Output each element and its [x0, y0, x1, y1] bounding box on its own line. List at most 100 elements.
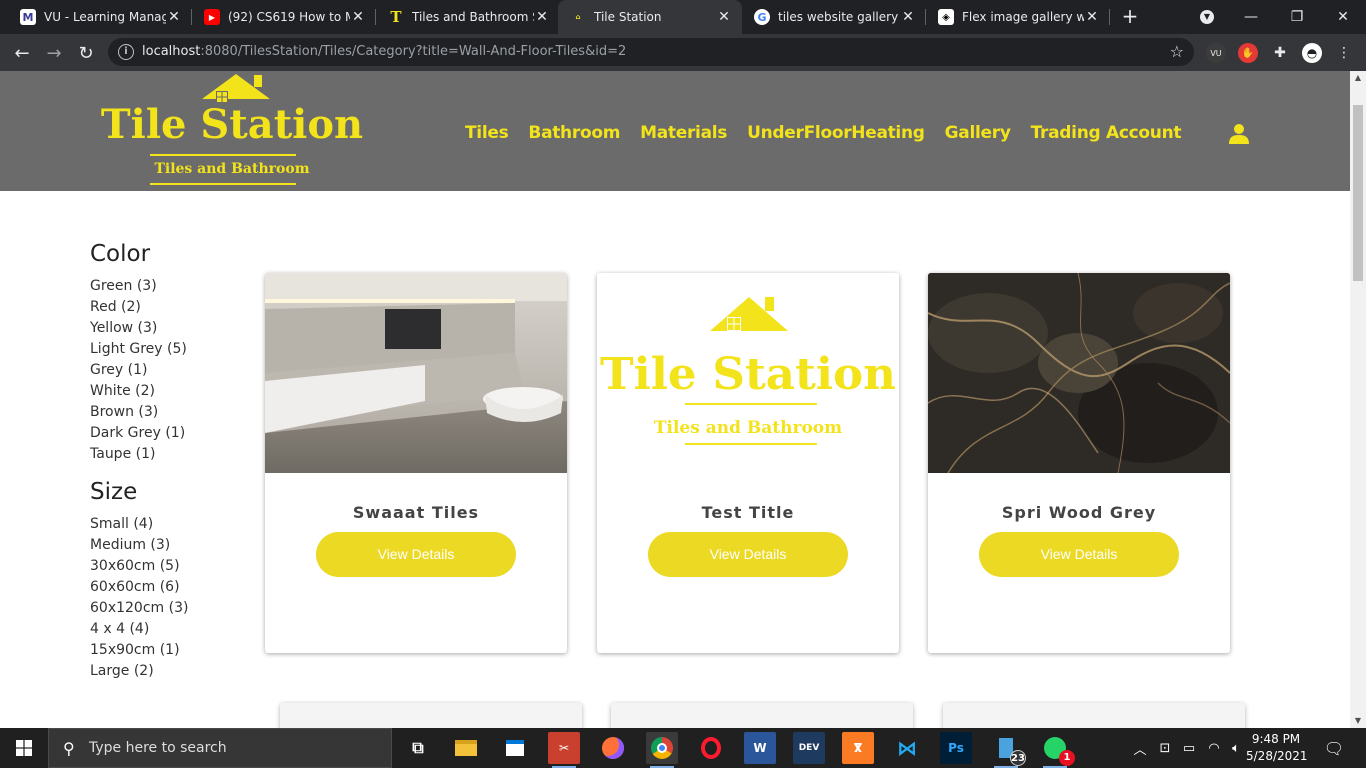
volume-icon[interactable]: 🔈︎ — [1226, 728, 1246, 768]
close-icon[interactable]: ✕ — [900, 9, 916, 25]
product-image[interactable] — [928, 273, 1230, 473]
notifications-icon[interactable]: 🗨︎ — [1320, 728, 1348, 768]
site-logo[interactable]: Tile Station Tiles and Bathroom — [96, 71, 368, 189]
meet-now-icon[interactable]: ⊡ — [1155, 728, 1175, 768]
product-title[interactable]: Test Title — [597, 503, 899, 522]
filter-item[interactable]: White (2) — [90, 381, 250, 402]
filter-item[interactable]: 15x90cm (1) — [90, 640, 250, 661]
nav-tiles[interactable]: Tiles — [465, 123, 509, 143]
opera-icon[interactable] — [695, 732, 727, 764]
close-icon[interactable]: ✕ — [1084, 9, 1100, 25]
tab-search-icon[interactable]: ▼ — [1184, 0, 1230, 34]
browser-tab[interactable]: G tiles website gallery - G ✕ — [742, 0, 926, 34]
task-view-icon[interactable]: ⧉ — [402, 732, 434, 764]
browser-tab[interactable]: T Tiles and Bathroom Su ✕ — [376, 0, 560, 34]
scrollbar-thumb[interactable] — [1353, 105, 1363, 281]
view-details-button[interactable]: View Details — [648, 532, 848, 577]
system-clock[interactable]: 9:48 PM 5/28/2021 — [1246, 731, 1308, 765]
house-roof-icon — [202, 74, 270, 103]
product-card[interactable] — [280, 703, 582, 728]
snipping-tool-icon[interactable]: ✂ — [548, 732, 580, 768]
nav-gallery[interactable]: Gallery — [945, 123, 1011, 143]
menu-icon[interactable]: ⋮ — [1334, 43, 1354, 63]
filter-item[interactable]: Medium (3) — [90, 535, 250, 556]
firefox-icon[interactable] — [597, 732, 629, 764]
nav-materials[interactable]: Materials — [640, 123, 727, 143]
close-icon[interactable]: ✕ — [716, 9, 732, 25]
windows-start-button[interactable] — [0, 728, 48, 768]
stop-extension-icon[interactable]: ✋ — [1238, 43, 1258, 63]
address-bar[interactable]: i localhost:8080/TilesStation/Tiles/Cate… — [108, 38, 1194, 66]
filter-item[interactable]: Large (2) — [90, 661, 250, 682]
site-info-icon[interactable]: i — [118, 44, 134, 60]
forward-button[interactable]: → — [40, 39, 68, 67]
url-text[interactable]: localhost:8080/TilesStation/Tiles/Catego… — [142, 44, 626, 59]
chrome-icon[interactable] — [646, 732, 678, 768]
show-hidden-icons[interactable]: ︿ — [1130, 728, 1150, 768]
close-icon[interactable]: ✕ — [166, 9, 182, 25]
product-card[interactable] — [943, 703, 1245, 728]
browser-tab-active[interactable]: ⌂ Tile Station ✕ — [558, 0, 742, 34]
logo-divider — [150, 183, 296, 185]
page-scrollbar[interactable]: ▲ ▼ — [1350, 71, 1366, 728]
main-nav: Tiles Bathroom Materials UnderFloorHeati… — [465, 123, 1182, 143]
vscode-icon[interactable]: ⋈ — [891, 732, 923, 764]
reload-button[interactable]: ↻ — [72, 39, 100, 67]
filter-item[interactable]: Taupe (1) — [90, 444, 250, 465]
user-icon[interactable] — [1228, 123, 1250, 145]
back-button[interactable]: ← — [8, 39, 36, 67]
filter-item[interactable]: Yellow (3) — [90, 318, 250, 339]
store-icon[interactable] — [499, 732, 531, 764]
filter-item[interactable]: Red (2) — [90, 297, 250, 318]
filter-item[interactable]: Green (3) — [90, 276, 250, 297]
product-title[interactable]: Swaaat Tiles — [265, 503, 567, 522]
word-icon[interactable]: W — [744, 732, 776, 764]
size-filter-heading: Size — [90, 479, 138, 505]
notepad-icon[interactable]: 23 — [990, 732, 1026, 768]
vu-extension-icon[interactable]: VU — [1206, 43, 1226, 63]
product-card[interactable]: Swaaat Tiles View Details — [265, 273, 567, 653]
new-tab-button[interactable]: + — [1118, 5, 1142, 29]
filter-item[interactable]: 4 x 4 (4) — [90, 619, 250, 640]
nav-bathroom[interactable]: Bathroom — [528, 123, 620, 143]
filter-item[interactable]: Brown (3) — [90, 402, 250, 423]
view-details-button[interactable]: View Details — [316, 532, 516, 577]
product-card[interactable]: Spri Wood Grey View Details — [928, 273, 1230, 653]
filter-item[interactable]: Small (4) — [90, 514, 250, 535]
filter-item[interactable]: 60x120cm (3) — [90, 598, 250, 619]
product-card[interactable] — [611, 703, 913, 728]
battery-icon[interactable]: ▭ — [1178, 728, 1200, 768]
nav-trading-account[interactable]: Trading Account — [1031, 123, 1182, 143]
close-icon[interactable]: ✕ — [534, 9, 550, 25]
taskbar-search[interactable]: ⚲ Type here to search — [48, 728, 392, 768]
product-title[interactable]: Spri Wood Grey — [928, 503, 1230, 522]
filter-item[interactable]: Dark Grey (1) — [90, 423, 250, 444]
nav-underfloorheating[interactable]: UnderFloorHeating — [747, 123, 925, 143]
bookmark-star-icon[interactable]: ☆ — [1170, 42, 1184, 61]
restore-button[interactable]: ❐ — [1274, 0, 1320, 34]
xampp-icon[interactable]: ⴳ — [842, 732, 874, 764]
wifi-icon[interactable]: ◠ — [1203, 728, 1225, 768]
close-window-button[interactable]: ✕ — [1320, 0, 1366, 34]
browser-tab[interactable]: ◈ Flex image gallery with ✕ — [926, 0, 1110, 34]
filter-item[interactable]: 30x60cm (5) — [90, 556, 250, 577]
filter-item[interactable]: 60x60cm (6) — [90, 577, 250, 598]
puzzle-icon[interactable]: ✚ — [1270, 43, 1290, 63]
devc-icon[interactable]: DEV — [793, 732, 825, 764]
filter-item[interactable]: Grey (1) — [90, 360, 250, 381]
browser-tab[interactable]: M VU - Learning Manage ✕ — [8, 0, 192, 34]
view-details-button[interactable]: View Details — [979, 532, 1179, 577]
filter-item[interactable]: Light Grey (5) — [90, 339, 250, 360]
profile-avatar[interactable]: ◓ — [1302, 43, 1322, 63]
scroll-up-arrow[interactable]: ▲ — [1350, 71, 1366, 85]
product-image[interactable]: Tile Station Tiles and Bathroom — [597, 273, 899, 473]
photoshop-icon[interactable]: Ps — [940, 732, 972, 764]
product-image[interactable] — [265, 273, 567, 473]
whatsapp-icon[interactable]: 1 — [1039, 732, 1075, 768]
browser-tab[interactable]: ▶ (92) CS619 How to Ma ✕ — [192, 0, 376, 34]
product-card[interactable]: Tile Station Tiles and Bathroom Test Tit… — [597, 273, 899, 653]
file-explorer-icon[interactable] — [450, 732, 482, 764]
scroll-down-arrow[interactable]: ▼ — [1350, 714, 1366, 728]
close-icon[interactable]: ✕ — [350, 9, 366, 25]
minimize-button[interactable]: — — [1228, 0, 1274, 34]
